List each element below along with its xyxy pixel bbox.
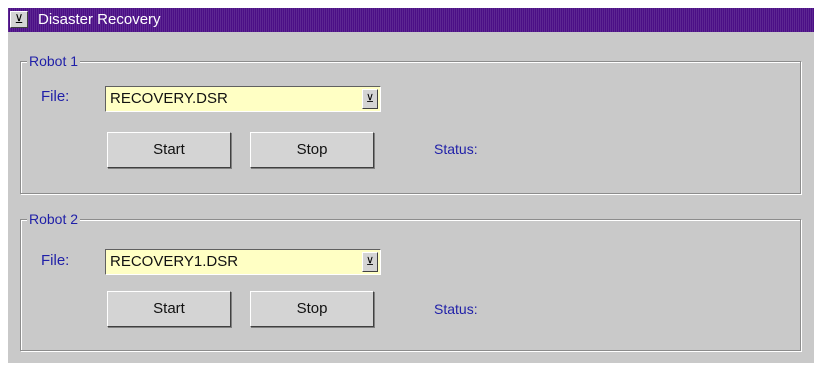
robot-2-file-label: File:	[41, 252, 70, 269]
robot-2-status-label: Status:	[434, 301, 478, 317]
robot-2-stop-button[interactable]: Stop	[250, 291, 374, 327]
robot-1-file-select[interactable]: RECOVERY.DSR ⊻	[105, 86, 381, 112]
robot-1-file-value: RECOVERY.DSR	[110, 90, 228, 107]
robot-1-start-button[interactable]: Start	[107, 132, 231, 168]
dropdown-arrow-icon[interactable]: ⊻	[362, 89, 378, 109]
robot-1-group-label: Robot 1	[27, 52, 81, 70]
title-bar[interactable]: ⊻ Disaster Recovery	[8, 8, 814, 32]
robot-2-start-button[interactable]: Start	[107, 291, 231, 327]
robot-1-stop-button[interactable]: Stop	[250, 132, 374, 168]
minimize-arrow-icon[interactable]: ⊻	[10, 11, 28, 28]
window-title: Disaster Recovery	[38, 11, 161, 28]
robot-1-file-label: File:	[41, 88, 70, 105]
disaster-recovery-window: ⊻ Disaster Recovery Robot 1 File: RECOVE…	[8, 8, 814, 363]
dropdown-arrow-icon[interactable]: ⊻	[362, 252, 378, 272]
robot-1-group: Robot 1 File: RECOVERY.DSR ⊻ Start Stop …	[20, 52, 801, 194]
robot-2-file-select[interactable]: RECOVERY1.DSR ⊻	[105, 249, 381, 275]
robot-2-group-label: Robot 2	[27, 210, 81, 228]
robot-2-group: Robot 2 File: RECOVERY1.DSR ⊻ Start Stop…	[20, 210, 801, 351]
robot-2-file-value: RECOVERY1.DSR	[110, 253, 239, 270]
robot-1-status-label: Status:	[434, 141, 478, 157]
